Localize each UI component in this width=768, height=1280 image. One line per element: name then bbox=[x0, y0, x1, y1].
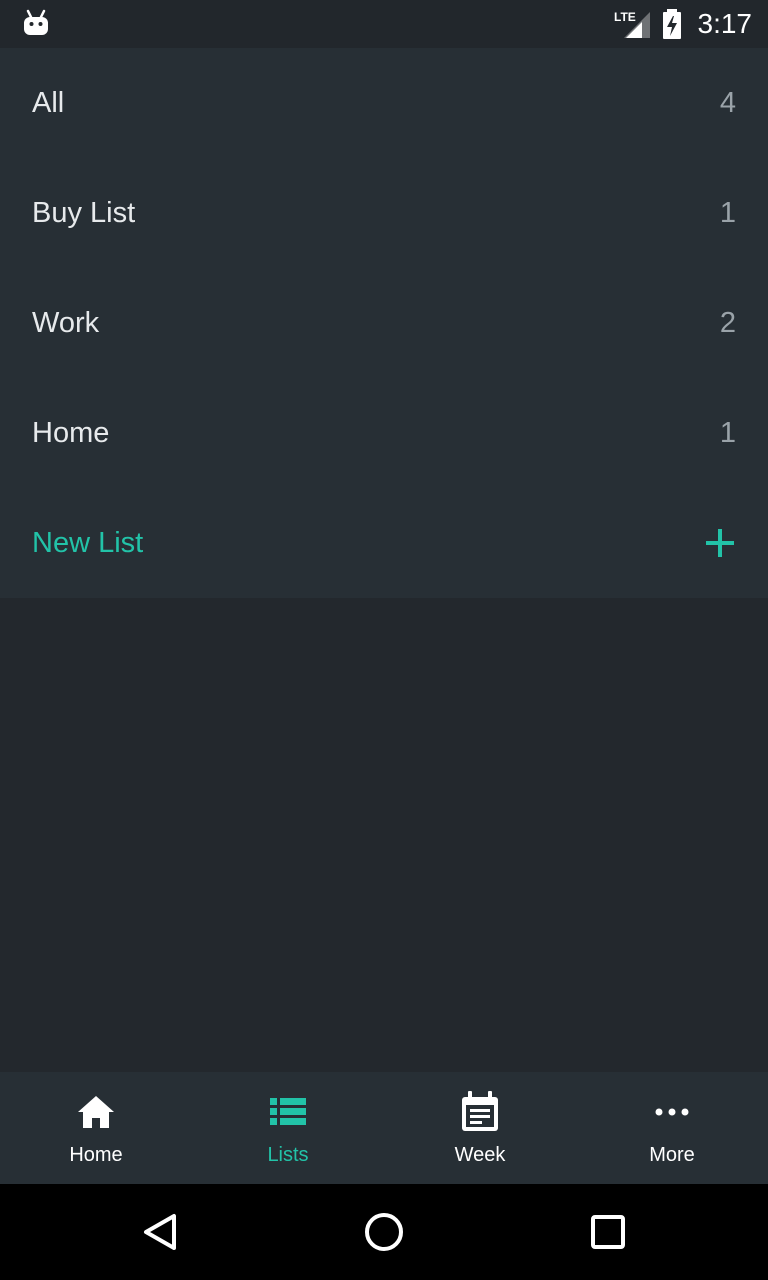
list-count: 1 bbox=[719, 196, 736, 229]
list-label: Home bbox=[32, 416, 110, 449]
system-nav-bar bbox=[0, 1184, 768, 1280]
status-time: 3:17 bbox=[697, 8, 753, 39]
bottom-nav: Home Lists Week More bbox=[0, 1072, 768, 1184]
lists-panel: All 4 Buy List 1 Work 2 Home 1 New List bbox=[0, 48, 768, 598]
android-robot-icon bbox=[24, 9, 48, 35]
network-type-label: LTE bbox=[614, 10, 636, 24]
status-icons: LTE 3:17 bbox=[614, 0, 753, 48]
list-row-work[interactable]: Work 2 bbox=[0, 268, 768, 378]
nav-label: More bbox=[649, 1144, 695, 1166]
nav-label: Week bbox=[454, 1144, 506, 1166]
nav-more[interactable]: More bbox=[576, 1072, 768, 1184]
nav-lists[interactable]: Lists bbox=[192, 1072, 384, 1184]
new-list-button[interactable]: New List bbox=[0, 488, 768, 598]
nav-label: Lists bbox=[267, 1144, 309, 1166]
list-count: 2 bbox=[719, 306, 736, 339]
list-row-buy-list[interactable]: Buy List 1 bbox=[0, 158, 768, 268]
lte-signal-icon: LTE bbox=[614, 10, 650, 38]
list-row-home[interactable]: Home 1 bbox=[0, 378, 768, 488]
recents-icon[interactable] bbox=[584, 1208, 632, 1256]
list-row-all[interactable]: All 4 bbox=[0, 48, 768, 158]
list-label: Buy List bbox=[32, 196, 136, 229]
list-count: 4 bbox=[719, 86, 736, 119]
new-list-label: New List bbox=[32, 526, 144, 559]
home-icon bbox=[76, 1092, 116, 1132]
screen: LTE 3:17 All 4 Buy List 1 Work 2 Home 1 bbox=[0, 0, 768, 1280]
nav-label: Home bbox=[69, 1144, 123, 1166]
home-circle-icon[interactable] bbox=[360, 1208, 408, 1256]
back-icon[interactable] bbox=[136, 1208, 184, 1256]
more-dots-icon bbox=[652, 1092, 692, 1132]
plus-icon bbox=[706, 529, 734, 557]
nav-week[interactable]: Week bbox=[384, 1072, 576, 1184]
list-count: 1 bbox=[719, 416, 736, 449]
battery-charging-icon bbox=[662, 9, 681, 39]
list-label: Work bbox=[32, 306, 100, 339]
nav-home[interactable]: Home bbox=[0, 1072, 192, 1184]
status-bar: LTE 3:17 bbox=[0, 0, 768, 48]
list-icon bbox=[268, 1092, 308, 1132]
calendar-icon bbox=[460, 1091, 500, 1132]
list-label: All bbox=[32, 86, 65, 119]
